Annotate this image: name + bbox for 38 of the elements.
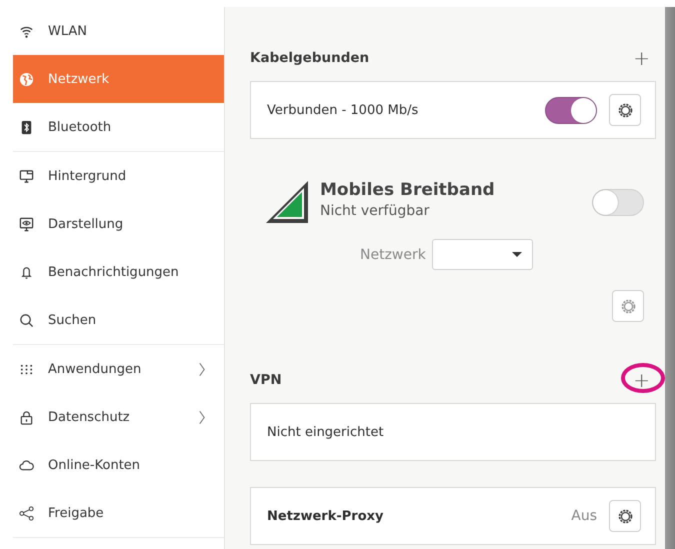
sidebar-item[interactable]: Anwendungen [13, 345, 224, 393]
sidebar-item[interactable]: Hintergrund [13, 152, 224, 200]
sidebar-item[interactable]: Darstellung [13, 200, 224, 248]
settings-icon [616, 102, 634, 118]
proxy-status: Aus [571, 508, 597, 524]
caret-icon [512, 252, 522, 257]
sidebar-item[interactable]: Benachrichtigungen [13, 248, 224, 296]
settings-button[interactable] [609, 94, 641, 126]
connection-status: Verbunden - 1000 Mb/s [267, 102, 418, 118]
bell-icon [19, 264, 34, 280]
settings-button[interactable] [609, 500, 641, 532]
vpn-status: Nicht eingerichtet [267, 424, 384, 440]
settings-icon [616, 508, 634, 524]
sidebar-item[interactable]: Bluetooth [13, 103, 224, 151]
section-title: Kabelgebunden [250, 50, 370, 66]
settings-icon [620, 298, 636, 314]
add-button[interactable]: + [627, 370, 656, 390]
bluetooth-icon [19, 120, 34, 134]
proxy-title: Netzwerk-Proxy [267, 508, 384, 524]
sidebar-item[interactable]: Datenschutz [13, 393, 224, 441]
signal-icon [264, 179, 310, 225]
share-icon [19, 506, 34, 520]
mobile-status: Nicht verfügbar [320, 202, 430, 218]
mobile-title: Mobiles Breitband [320, 180, 496, 200]
cloud-icon [19, 458, 34, 472]
sidebar-item[interactable]: Online-Konten [13, 441, 224, 489]
display-icon [19, 216, 34, 232]
globe-icon [19, 72, 34, 86]
sidebar-item[interactable]: Suchen [13, 296, 224, 344]
sidebar-item[interactable]: WLAN [13, 7, 224, 55]
add-button[interactable]: + [627, 48, 656, 68]
monitor-icon [19, 168, 34, 184]
toggle-switch[interactable] [545, 96, 597, 124]
section-title: VPN [250, 372, 282, 388]
sidebar-item[interactable]: Freigabe [13, 489, 224, 537]
network-label: Netzwerk [360, 246, 426, 262]
lock-icon [19, 410, 34, 424]
search-icon [19, 312, 34, 328]
